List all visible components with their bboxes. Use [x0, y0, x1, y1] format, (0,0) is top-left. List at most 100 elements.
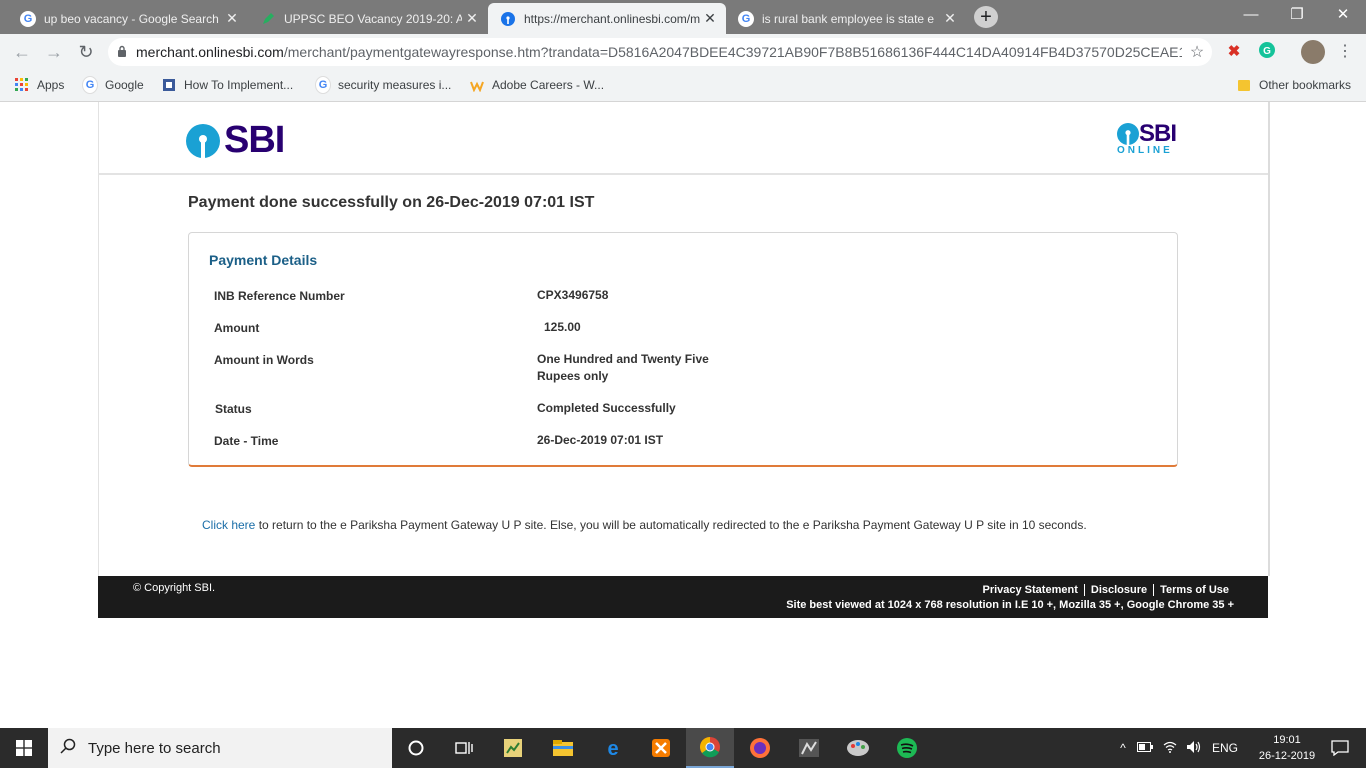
bookmark-adobe-careers[interactable]: Adobe Careers - W... [469, 76, 604, 94]
close-window-icon[interactable]: ✕ [1320, 0, 1366, 30]
new-tab-button[interactable]: + [974, 6, 998, 28]
detail-label-amount: Amount [214, 321, 260, 335]
bookmark-label: Adobe Careers - W... [492, 78, 605, 92]
search-placeholder: Type here to search [88, 739, 221, 757]
forward-icon[interactable]: → [42, 40, 66, 64]
minimize-icon[interactable]: — [1228, 0, 1274, 30]
footer-links: Privacy Statement Disclosure Terms of Us… [976, 584, 1229, 596]
detail-value-amount-words: One Hundred and Twenty Five Rupees only [537, 351, 709, 385]
menu-icon[interactable]: ⋮ [1335, 42, 1355, 62]
bookmark-apps[interactable]: Apps [14, 76, 64, 94]
bookmarks-bar: Apps G Google How To Implement... G secu… [0, 70, 1366, 102]
amount-words-line1: One Hundred and Twenty Five [537, 352, 709, 366]
terms-of-use-link[interactable]: Terms of Use [1154, 584, 1229, 596]
close-icon[interactable]: ✕ [700, 10, 720, 27]
bookmark-other[interactable]: Other bookmarks [1236, 76, 1351, 94]
google-icon: G [82, 76, 98, 94]
reload-icon[interactable]: ↻ [74, 40, 98, 64]
extension-x-icon[interactable]: ✖ [1224, 42, 1244, 62]
system-clock[interactable]: 19:01 26-12-2019 [1255, 732, 1319, 764]
payment-details-box [188, 232, 1178, 467]
best-viewed-note: Site best viewed at 1024 x 768 resolutio… [786, 599, 1234, 611]
detail-label-status: Status [215, 402, 252, 416]
file-explorer-icon[interactable] [539, 728, 587, 768]
paint-app-icon[interactable] [834, 728, 882, 768]
avatar[interactable] [1301, 40, 1325, 64]
language-indicator[interactable]: ENG [1212, 741, 1238, 755]
edge-icon[interactable]: e [589, 728, 637, 768]
url-path: /merchant/paymentgatewayresponse.htm?tra… [283, 44, 1182, 60]
xampp-icon[interactable] [637, 728, 685, 768]
url-host: merchant.onlinesbi.com [136, 44, 284, 60]
amount-words-line2: Rupees only [537, 369, 609, 383]
apps-grid-icon [14, 77, 30, 93]
photo-app-icon[interactable] [785, 728, 833, 768]
close-icon[interactable]: ✕ [940, 10, 960, 27]
search-icon [48, 738, 88, 759]
clock-date: 26-12-2019 [1258, 750, 1316, 762]
detail-label-reference: INB Reference Number [214, 289, 345, 303]
svg-text:G: G [1263, 46, 1271, 57]
google-icon: G [315, 76, 331, 94]
tab-rural-bank[interactable]: G is rural bank employee is state e ✕ [726, 3, 966, 34]
task-view-icon[interactable] [440, 728, 488, 768]
google-icon: G [738, 10, 754, 27]
bookmark-security-measures[interactable]: G security measures i... [315, 76, 451, 94]
windows-start-icon[interactable] [0, 728, 48, 768]
detail-value-reference: CPX3496758 [537, 288, 609, 302]
tab-title: UPPSC BEO Vacancy 2019-20: Ap [284, 11, 462, 26]
lock-icon[interactable] [108, 45, 136, 60]
svg-text:e: e [607, 738, 618, 758]
detail-value-amount: 125.00 [544, 320, 581, 334]
wifi-icon[interactable] [1158, 741, 1182, 756]
detail-value-status: Completed Successfully [537, 401, 676, 415]
page-footer: © Copyright SBI. Privacy Statement Discl… [98, 576, 1268, 618]
sbi-online-logo-sub: ONLINE [1117, 145, 1173, 156]
cortana-icon[interactable] [392, 728, 440, 768]
firefox-icon[interactable] [736, 728, 784, 768]
bookmark-label: Google [105, 78, 144, 92]
payment-details-title: Payment Details [209, 252, 318, 268]
close-icon[interactable]: ✕ [462, 10, 482, 27]
restore-icon[interactable]: ❐ [1274, 0, 1320, 30]
address-bar[interactable]: merchant.onlinesbi.com/merchant/paymentg… [108, 38, 1212, 66]
spreadsheet-app-icon[interactable] [489, 728, 537, 768]
sbi-online-logo: SBI ONLINE [1117, 120, 1181, 156]
disclosure-link[interactable]: Disclosure [1085, 584, 1155, 596]
browser-toolbar: ← → ↻ merchant.onlinesbi.com/merchant/pa… [0, 34, 1366, 70]
back-icon[interactable]: ← [10, 40, 34, 64]
site-icon [161, 77, 177, 93]
tab-title: is rural bank employee is state e [762, 11, 935, 26]
tab-title: up beo vacancy - Google Search [44, 11, 219, 26]
battery-icon[interactable] [1132, 741, 1158, 755]
bookmark-google[interactable]: G Google [82, 76, 144, 94]
sbi-logo[interactable]: SBI [186, 119, 285, 162]
taskbar-search[interactable]: Type here to search [48, 728, 392, 768]
bookmark-label: Other bookmarks [1259, 78, 1352, 92]
tab-google-search[interactable]: G up beo vacancy - Google Search ✕ [8, 3, 248, 34]
close-icon[interactable]: ✕ [222, 10, 242, 27]
tab-uppsc[interactable]: UPPSC BEO Vacancy 2019-20: Ap ✕ [248, 3, 488, 34]
bookmark-how-to-implement[interactable]: How To Implement... [161, 76, 293, 94]
tab-sbi-merchant[interactable]: https://merchant.onlinesbi.com/m ✕ [488, 3, 726, 34]
payment-success-message: Payment done successfully on 26-Dec-2019… [188, 194, 595, 211]
sbi-logo-text: SBI [224, 119, 285, 161]
bookmark-label: Apps [37, 78, 65, 92]
tab-strip: G up beo vacancy - Google Search ✕ UPPSC… [0, 0, 1366, 34]
notifications-icon[interactable] [1318, 728, 1362, 768]
pen-icon [260, 11, 276, 27]
bookmark-label: How To Implement... [184, 78, 294, 92]
spotify-icon[interactable] [883, 728, 931, 768]
chevron-up-icon[interactable]: ^ [1116, 741, 1130, 755]
header-divider [98, 173, 1268, 175]
grammarly-icon[interactable]: G [1257, 42, 1277, 62]
privacy-statement-link[interactable]: Privacy Statement [976, 584, 1085, 596]
volume-icon[interactable] [1182, 740, 1206, 757]
redirect-text: to return to the e Pariksha Payment Gate… [255, 518, 1087, 532]
sbi-online-logo-text: SBI [1139, 120, 1177, 147]
system-tray: ^ ENG [1116, 728, 1238, 768]
click-here-link[interactable]: Click here [202, 518, 255, 532]
bookmark-star-icon[interactable]: ☆ [1182, 42, 1212, 62]
workday-icon [469, 77, 485, 93]
chrome-icon[interactable] [686, 728, 734, 768]
